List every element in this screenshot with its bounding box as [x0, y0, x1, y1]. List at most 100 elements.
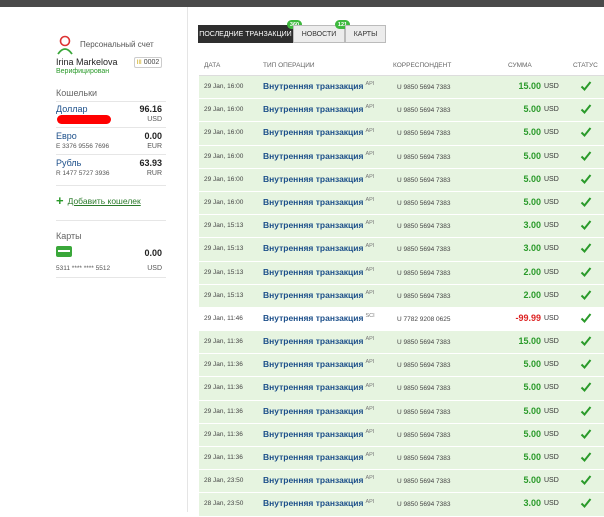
- table-row[interactable]: 29 Jan, 11:36 Внутренняя транзакция API U 9…: [199, 331, 604, 355]
- row-type: Внутренняя транзакция: [263, 405, 364, 416]
- verified-status: Верифицирован: [56, 68, 110, 75]
- table-row[interactable]: 29 Jan, 11:46 Внутренняя транзакция SCI U 7…: [199, 307, 604, 332]
- row-correspondent: U 9850 5694 7383: [397, 501, 451, 509]
- row-type-link[interactable]: Внутренняя транзакция API: [263, 429, 374, 439]
- col-correspondent[interactable]: КОРРЕСПОНДЕНТ: [393, 62, 451, 69]
- row-type-link[interactable]: Внутренняя транзакция API: [263, 151, 374, 161]
- wallet-rur[interactable]: Рубль 63.93 R 1477 5727 3936 RUR: [56, 158, 162, 188]
- table-row[interactable]: 29 Jan, 15:13 Внутренняя транзакция API U 9…: [199, 215, 604, 239]
- row-correspondent: U 9850 5694 7383: [397, 408, 451, 416]
- table-row[interactable]: 29 Jan, 11:36 Внутренняя транзакция API U 9…: [199, 423, 604, 447]
- table-row[interactable]: 29 Jan, 11:36 Внутренняя транзакция API U 9…: [199, 354, 604, 378]
- row-type-link[interactable]: Внутренняя транзакция API: [263, 290, 374, 300]
- row-sum: 5.00: [523, 428, 541, 439]
- row-source-tag: API: [365, 475, 375, 482]
- level-badge[interactable]: III 0002: [134, 57, 162, 68]
- row-date: 29 Jan, 11:36: [204, 361, 243, 369]
- user-name[interactable]: Irina Markelova: [56, 57, 118, 67]
- row-currency: USD: [544, 430, 559, 438]
- row-source-tag: API: [365, 452, 375, 459]
- table-row[interactable]: 29 Jan, 16:00 Внутренняя транзакция API U 9…: [199, 122, 604, 146]
- row-type-link[interactable]: Внутренняя транзакция API: [263, 220, 374, 230]
- row-date: 29 Jan, 15:13: [204, 291, 244, 299]
- tab-news[interactable]: НОВОСТИ 121: [293, 20, 350, 43]
- wallet-amount: 63.93: [139, 158, 162, 168]
- row-date: 29 Jan, 11:36: [204, 454, 243, 461]
- row-correspondent: U 7782 9208 0625: [397, 315, 451, 323]
- row-currency: USD: [544, 361, 559, 369]
- row-type-link[interactable]: Внутренняя транзакция API: [263, 336, 374, 346]
- table-row[interactable]: 29 Jan, 16:00 Внутренняя транзакция API U 9…: [199, 168, 604, 192]
- table-row[interactable]: 28 Jan, 23:50 Внутренняя транзакция API U 9…: [199, 493, 604, 517]
- row-correspondent: U 9850 5694 7383: [397, 246, 451, 254]
- row-type-link[interactable]: Внутренняя транзакция API: [263, 81, 374, 91]
- row-date: 29 Jan, 11:36: [204, 384, 243, 392]
- wallet-name[interactable]: Рубль: [56, 158, 81, 168]
- col-status[interactable]: СТАТУС: [573, 62, 598, 69]
- row-type-link[interactable]: Внутренняя транзакция API: [263, 243, 374, 253]
- row-type-link[interactable]: Внутренняя транзакция API: [263, 382, 374, 392]
- row-type-link[interactable]: Внутренняя транзакция API: [263, 267, 374, 277]
- plus-icon: +: [56, 193, 64, 208]
- divider: [56, 220, 166, 221]
- check-icon: [580, 452, 592, 462]
- col-type[interactable]: ТИП ОПЕРАЦИИ: [263, 62, 315, 69]
- row-type: Внутренняя транзакция: [263, 359, 364, 370]
- row-type-link[interactable]: Внутренняя транзакция API: [263, 498, 374, 508]
- card-item[interactable]: 0.00 5311 **** **** 5512 USD: [56, 246, 162, 276]
- row-type: Внутренняя транзакция: [263, 127, 364, 138]
- divider: [56, 127, 166, 128]
- divider: [56, 185, 166, 186]
- wallet-number: R 1477 5727 3936: [56, 170, 110, 177]
- wallet-name[interactable]: Евро: [56, 131, 77, 141]
- row-type-link[interactable]: Внутренняя транзакция SCI: [263, 313, 375, 323]
- tab-recent-transactions[interactable]: ПОСЛЕДНИЕ ТРАНЗАКЦИИ 360: [198, 20, 302, 43]
- row-sum: 5.00: [523, 104, 541, 115]
- row-source-tag: API: [365, 266, 375, 273]
- check-icon: [580, 266, 592, 277]
- table-row[interactable]: 28 Jan, 23:50 Внутренняя транзакция API U 9…: [199, 470, 604, 494]
- wallet-usd[interactable]: Доллар 96.16 USD: [56, 104, 162, 134]
- row-type-link[interactable]: Внутренняя транзакция API: [263, 127, 374, 137]
- row-sum: 5.00: [523, 127, 541, 138]
- table-row[interactable]: 29 Jan, 15:13 Внутренняя транзакция API U 9…: [199, 284, 604, 308]
- table-row[interactable]: 29 Jan, 16:00 Внутренняя транзакция API U 9…: [199, 76, 604, 100]
- row-sum: 5.00: [523, 196, 541, 207]
- table-row[interactable]: 29 Jan, 16:00 Внутренняя транзакция API U 9…: [199, 99, 604, 123]
- row-date: 29 Jan, 16:00: [204, 106, 244, 114]
- table-row[interactable]: 29 Jan, 16:00 Внутренняя транзакция API U 9…: [199, 145, 604, 169]
- row-type-link[interactable]: Внутренняя транзакция API: [263, 452, 374, 462]
- wallet-eur[interactable]: Евро 0.00 E 3376 9556 7696 EUR: [56, 131, 162, 161]
- table-row[interactable]: 29 Jan, 15:13 Внутренняя транзакция API U 9…: [199, 261, 604, 285]
- row-type-link[interactable]: Внутренняя транзакция API: [263, 197, 374, 207]
- row-sum: 5.00: [523, 475, 541, 486]
- row-type-link[interactable]: Внутренняя транзакция API: [263, 359, 374, 369]
- row-type-link[interactable]: Внутренняя транзакция API: [263, 475, 374, 485]
- wallet-number: E 3376 9556 7696: [56, 143, 110, 150]
- col-sum[interactable]: СУММА: [508, 62, 532, 69]
- row-type: Внутренняя транзакция: [263, 104, 364, 115]
- row-sum: 3.00: [523, 498, 541, 509]
- wallet-name[interactable]: Доллар: [56, 104, 88, 114]
- row-type-link[interactable]: Внутренняя транзакция API: [263, 104, 374, 114]
- row-type-link[interactable]: Внутренняя транзакция API: [263, 406, 374, 416]
- row-correspondent: U 9850 5694 7383: [397, 176, 451, 184]
- add-wallet-link[interactable]: + Добавить кошелек: [56, 193, 141, 208]
- tab-cards[interactable]: КАРТЫ: [345, 25, 386, 43]
- table-row[interactable]: 29 Jan, 11:36 Внутренняя транзакция API U 9…: [199, 447, 604, 471]
- col-date[interactable]: ДАТА: [204, 62, 220, 69]
- row-source-tag: API: [365, 382, 375, 389]
- card-icon: [56, 246, 72, 257]
- row-type: Внутренняя транзакция: [263, 289, 364, 300]
- row-type: Внутренняя транзакция: [263, 220, 364, 231]
- table-row[interactable]: 29 Jan, 11:36 Внутренняя транзакция API U 9…: [199, 377, 604, 401]
- check-icon: [580, 382, 592, 393]
- table-row[interactable]: 29 Jan, 15:13 Внутренняя транзакция API U 9…: [199, 238, 604, 262]
- row-sum: 5.00: [523, 150, 541, 161]
- row-type: Внутренняя транзакция: [263, 312, 364, 323]
- row-sum: 2.00: [523, 289, 541, 300]
- row-type-link[interactable]: Внутренняя транзакция API: [263, 174, 374, 184]
- row-currency: USD: [544, 222, 559, 230]
- table-row[interactable]: 29 Jan, 16:00 Внутренняя транзакция API U 9…: [199, 191, 604, 216]
- table-row[interactable]: 29 Jan, 11:36 Внутренняя транзакция API U 9…: [199, 400, 604, 424]
